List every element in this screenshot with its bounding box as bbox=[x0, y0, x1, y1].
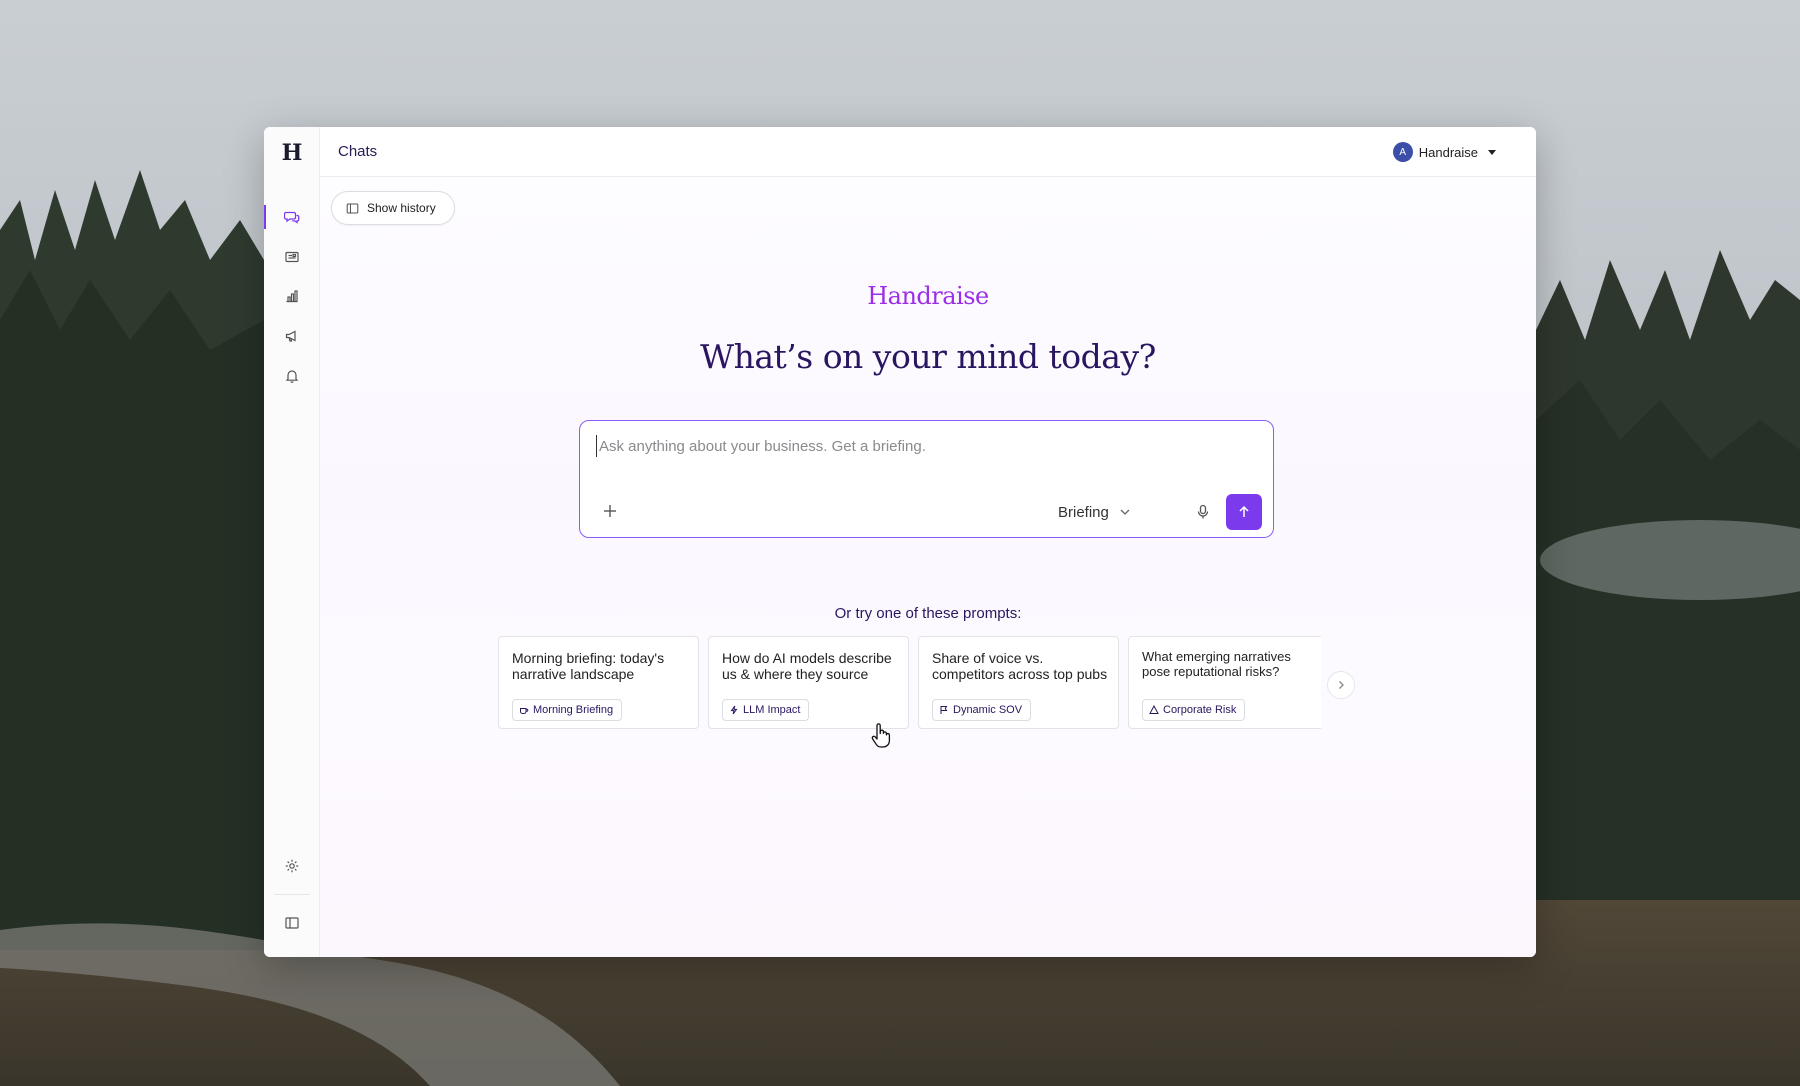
chevron-down-icon bbox=[1120, 509, 1130, 515]
prompt-tag: Morning Briefing bbox=[512, 699, 623, 721]
prompt-suggestions: Morning briefing: today's narrative land… bbox=[498, 636, 1321, 731]
prompt-text: Share of voice vs. competitors across to… bbox=[932, 650, 1108, 682]
bolt-icon bbox=[730, 705, 738, 715]
sidebar-rail: H bbox=[264, 127, 320, 957]
rail-item-analytics[interactable] bbox=[278, 282, 306, 310]
prompt-tag: Corporate Risk bbox=[1142, 699, 1246, 721]
rail-item-chats[interactable] bbox=[278, 203, 306, 231]
top-bar: Chats A Handraise bbox=[320, 127, 1536, 177]
megaphone-icon bbox=[285, 330, 296, 342]
voice-input-button[interactable] bbox=[1190, 499, 1216, 525]
account-name: Handraise bbox=[1418, 144, 1478, 160]
show-history-label: Show history bbox=[367, 201, 436, 215]
rail-item-news[interactable] bbox=[278, 243, 306, 271]
settings-button[interactable] bbox=[278, 852, 306, 880]
app-window: H Chats A Handraise Show history Handrai… bbox=[264, 127, 1536, 957]
page-title: Chats bbox=[338, 143, 378, 160]
prompt-tag-label: Morning Briefing bbox=[533, 704, 614, 716]
attach-button[interactable] bbox=[598, 499, 622, 523]
collapse-sidebar-button[interactable] bbox=[278, 909, 306, 937]
plus-icon bbox=[604, 505, 616, 517]
prompt-text: Morning briefing: today's narrative land… bbox=[512, 650, 665, 682]
prompt-text: How do AI models describe us & where the… bbox=[722, 650, 892, 682]
chat-icon bbox=[284, 211, 300, 224]
sidebar-toggle-icon bbox=[285, 917, 299, 929]
rail-item-alerts[interactable] bbox=[278, 362, 306, 390]
chat-composer: Briefing bbox=[579, 420, 1274, 538]
brand-wordmark: Handraise bbox=[867, 282, 989, 310]
mode-select-value: Briefing bbox=[1058, 503, 1109, 521]
active-indicator bbox=[264, 205, 266, 229]
prompt-card[interactable]: What emerging narratives pose reputation… bbox=[1128, 636, 1321, 729]
avatar: A bbox=[1392, 142, 1413, 162]
arrow-up-icon bbox=[1239, 505, 1249, 517]
account-menu[interactable]: A Handraise bbox=[1392, 141, 1496, 163]
chat-input[interactable] bbox=[596, 435, 1256, 457]
main-content: Show history Handraise What’s on your mi… bbox=[320, 177, 1536, 957]
prompt-tag-label: LLM Impact bbox=[743, 704, 801, 716]
prompt-card[interactable]: Morning briefing: today's narrative land… bbox=[498, 636, 699, 729]
rail-divider bbox=[274, 894, 310, 895]
prompt-card[interactable]: How do AI models describe us & where the… bbox=[708, 636, 909, 729]
sidebar-panel-icon bbox=[346, 203, 359, 213]
send-button[interactable] bbox=[1226, 494, 1262, 530]
hand-pointer-cursor-icon bbox=[871, 723, 891, 748]
microphone-icon bbox=[1197, 504, 1209, 519]
flag-icon bbox=[940, 706, 948, 714]
page-headline: What’s on your mind today? bbox=[700, 337, 1156, 376]
prompt-card[interactable]: Share of voice vs. competitors across to… bbox=[918, 636, 1119, 729]
prompt-text: What emerging narratives pose reputation… bbox=[1142, 649, 1291, 679]
next-prompts-button[interactable] bbox=[1327, 671, 1355, 699]
prompts-heading: Or try one of these prompts: bbox=[834, 605, 1022, 622]
mode-select[interactable]: Briefing bbox=[1058, 500, 1131, 524]
prompt-tag-label: Dynamic SOV bbox=[953, 704, 1023, 716]
bell-icon bbox=[285, 370, 299, 383]
show-history-button[interactable]: Show history bbox=[331, 191, 455, 225]
gear-icon bbox=[285, 859, 299, 873]
prompt-tag: LLM Impact bbox=[722, 699, 810, 721]
chevron-right-icon bbox=[1339, 681, 1344, 689]
prompt-tag: Dynamic SOV bbox=[932, 699, 1032, 721]
warning-icon bbox=[1149, 705, 1159, 714]
app-logo[interactable]: H bbox=[264, 137, 320, 169]
prompt-tag-label: Corporate Risk bbox=[1163, 704, 1237, 716]
coffee-icon bbox=[520, 708, 529, 714]
bar-chart-icon bbox=[286, 290, 298, 303]
caret-down-icon bbox=[1488, 149, 1496, 155]
rail-item-campaigns[interactable] bbox=[278, 322, 306, 350]
newspaper-icon bbox=[285, 251, 299, 263]
